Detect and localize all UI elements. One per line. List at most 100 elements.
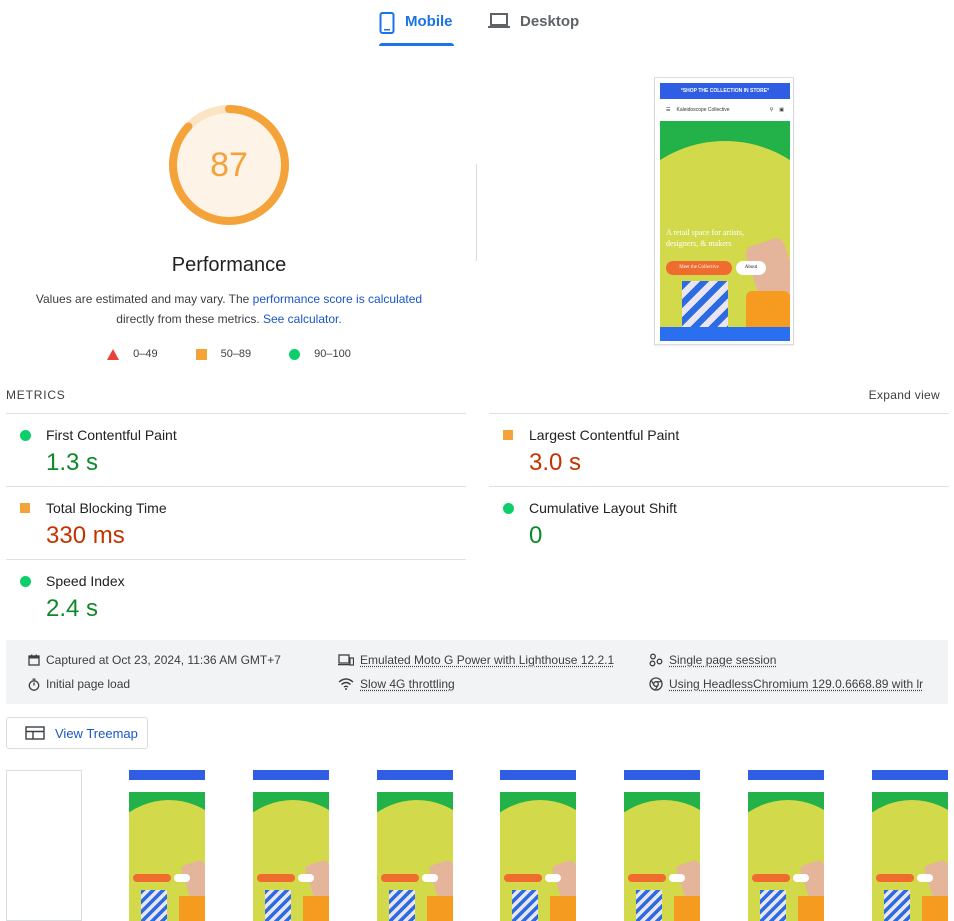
see-calculator-link[interactable]: See calculator.: [263, 312, 342, 326]
frame-nav: [253, 780, 329, 792]
calendar-icon: [28, 654, 40, 666]
frame-nav: [129, 780, 205, 792]
filmstrip-frame-blank: [6, 770, 82, 921]
frame-vase-checkered: [265, 890, 291, 921]
frame-primary-button: [752, 874, 790, 882]
network-throttling-text: Slow 4G throttling: [360, 677, 455, 691]
frame-vase-checkered: [512, 890, 538, 921]
frame-banner: [500, 770, 576, 780]
frame-secondary-button: [298, 874, 314, 882]
frame-primary-button: [876, 874, 914, 882]
frame-hero: [872, 792, 948, 921]
cart-icon: ▣: [779, 107, 784, 113]
legend-pass-label: 90–100: [314, 348, 351, 360]
metric-si: Speed Index 2.4 s: [6, 559, 466, 632]
circle-icon: [289, 348, 301, 360]
frame-secondary-button: [545, 874, 561, 882]
frame-primary-button: [504, 874, 542, 882]
captured-at: Captured at Oct 23, 2024, 11:36 AM GMT+7: [28, 653, 281, 667]
vertical-divider: [476, 164, 477, 261]
legend-fail-label: 0–49: [133, 348, 158, 360]
tab-desktop[interactable]: Desktop: [488, 8, 579, 46]
frame-vase-checkered: [760, 890, 786, 921]
emulated-device[interactable]: Emulated Moto G Power with Lighthouse 12…: [338, 653, 614, 667]
metric-cls-label: Cumulative Layout Shift: [529, 500, 677, 516]
preview-primary-button: Meet the Collective: [666, 261, 732, 275]
page-session-text: Single page session: [669, 653, 777, 667]
frame-vase-checkered: [141, 890, 167, 921]
expand-view-button[interactable]: Expand view: [869, 388, 940, 402]
frame-banner: [624, 770, 700, 780]
chrome-icon: [649, 677, 663, 691]
frame-nav: [748, 780, 824, 792]
frame-secondary-button: [793, 874, 809, 882]
performance-title: Performance: [171, 254, 287, 276]
legend-fail: 0–49: [107, 348, 158, 360]
treemap-icon: [25, 726, 45, 740]
captured-at-text: Captured at Oct 23, 2024, 11:36 AM GMT+7: [46, 653, 281, 667]
frame-hero: [377, 792, 453, 921]
metric-lcp-label: Largest Contentful Paint: [529, 427, 680, 443]
frame-hero: [129, 792, 205, 921]
filmstrip-frame: [500, 770, 576, 921]
legend-pass: 90–100: [289, 348, 351, 360]
frame-vase-orange: [674, 896, 700, 921]
score-description: Values are estimated and may vary. The p…: [20, 289, 438, 329]
filmstrip-frame: [748, 770, 824, 921]
page-session[interactable]: Single page session: [649, 653, 776, 667]
preview-banner: *SHOP THE COLLECTION IN STORE*: [660, 83, 790, 99]
view-treemap-button[interactable]: View Treemap: [6, 717, 148, 749]
metric-fcp-label: First Contentful Paint: [46, 427, 177, 443]
frame-nav: [624, 780, 700, 792]
metric-fcp-value: 1.3 s: [46, 449, 99, 476]
filmstrip-frame: [129, 770, 205, 921]
frame-primary-button: [381, 874, 419, 882]
frame-banner: [253, 770, 329, 780]
tab-mobile[interactable]: Mobile: [379, 8, 454, 46]
runtime-settings: Captured at Oct 23, 2024, 11:36 AM GMT+7…: [6, 640, 948, 704]
frame-secondary-button: [174, 874, 190, 882]
frame-secondary-button: [917, 874, 933, 882]
average-square-icon: [20, 503, 30, 513]
frame-nav: [500, 780, 576, 792]
metric-si-label: Speed Index: [46, 573, 125, 589]
laptop-icon: [488, 13, 510, 28]
frame-secondary-button: [669, 874, 685, 882]
metric-lcp: Largest Contentful Paint 3.0 s: [489, 413, 949, 486]
frame-hero: [624, 792, 700, 921]
frame-banner: [377, 770, 453, 780]
network-throttling[interactable]: Slow 4G throttling: [338, 677, 455, 691]
search-icon: ⚲: [769, 107, 774, 113]
filmstrip-frame: [872, 770, 948, 921]
frame-primary-button: [257, 874, 295, 882]
frame-vase-orange: [179, 896, 205, 921]
preview-brand: Kaleidoscope Collective: [676, 107, 730, 113]
frame-vase-checkered: [389, 890, 415, 921]
score-legend: 0–49 50–89 90–100: [0, 348, 458, 360]
frame-hero: [748, 792, 824, 921]
performance-gauge: 87: [168, 104, 290, 226]
frame-banner: [872, 770, 948, 780]
frame-secondary-button: [422, 874, 438, 882]
metric-tbt-value: 330 ms: [46, 522, 125, 549]
menu-icon: ☰: [666, 107, 671, 113]
frame-vase-orange: [550, 896, 576, 921]
preview-headline: A retail space for artists, designers, &…: [666, 228, 744, 248]
filmstrip-frame: [253, 770, 329, 921]
pass-circle-icon: [503, 503, 514, 514]
frame-vase-checkered: [884, 890, 910, 921]
metric-cls-value: 0: [529, 522, 543, 549]
legend-average-label: 50–89: [220, 348, 252, 360]
smartphone-icon: [379, 12, 395, 34]
preview-nav: ☰ Kaleidoscope Collective ⚲ ▣: [660, 99, 790, 121]
metric-si-value: 2.4 s: [46, 595, 99, 622]
score-value: 87: [210, 145, 248, 184]
metric-tbt-label: Total Blocking Time: [46, 500, 167, 516]
final-screenshot[interactable]: *SHOP THE COLLECTION IN STORE* ☰ Kaleido…: [654, 77, 794, 345]
initial-page-load: Initial page load: [28, 677, 130, 691]
performance-score-link[interactable]: performance score is calculated: [253, 292, 422, 306]
browser-info[interactable]: Using HeadlessChromium 129.0.6668.89 wit…: [649, 677, 923, 691]
legend-average: 50–89: [195, 348, 252, 360]
frame-banner: [129, 770, 205, 780]
filmstrip-frame: [624, 770, 700, 921]
